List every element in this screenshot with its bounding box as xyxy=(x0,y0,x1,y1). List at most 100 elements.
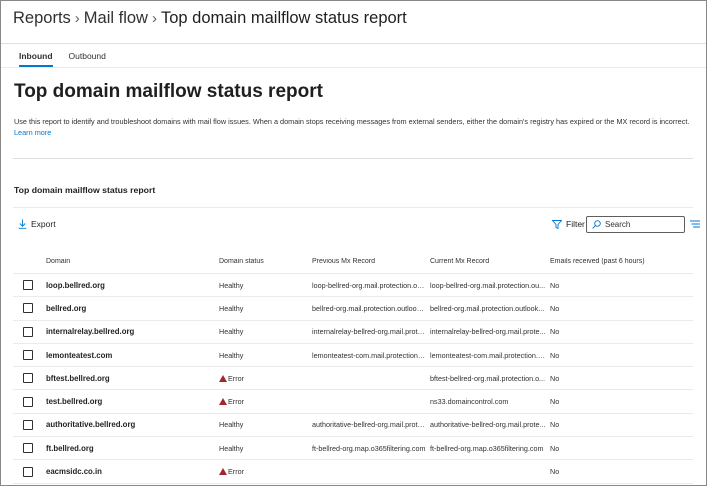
row-select xyxy=(13,373,46,384)
current-mx-record: lemonteatest-com.mail.protection.o... xyxy=(430,350,548,360)
breadcrumb: Reports › Mail flow › Top domain mailflo… xyxy=(13,7,407,29)
domain-name[interactable]: internalrelay.bellred.org xyxy=(46,327,219,336)
current-mx-record: bellred-org.mail.protection.outlook... xyxy=(430,303,545,313)
row-checkbox[interactable] xyxy=(23,443,33,454)
breadcrumb-reports[interactable]: Reports xyxy=(13,9,71,28)
column-header-previous-mx[interactable]: Previous Mx Record xyxy=(312,258,430,265)
page-description: Use this report to identify and troubles… xyxy=(14,116,694,138)
breadcrumb-current: Top domain mailflow status report xyxy=(160,8,407,27)
row-select xyxy=(13,326,46,337)
search-input[interactable] xyxy=(605,220,683,229)
emails-received: No xyxy=(550,443,560,453)
table-row[interactable]: authoritative.bellred.org Healthy authorit… xyxy=(13,414,693,438)
status-text: Healthy xyxy=(219,420,244,430)
list-options-icon[interactable] xyxy=(690,220,700,228)
row-select xyxy=(13,280,46,291)
domain-name[interactable]: bellred.org xyxy=(46,304,219,313)
row-select xyxy=(13,443,46,454)
breadcrumb-mail-flow[interactable]: Mail flow xyxy=(84,9,148,28)
table-row[interactable]: internalrelay.bellred.org Healthy internal… xyxy=(13,321,693,344)
table-row[interactable]: loop.bellred.org Healthy loop-bellred-org.… xyxy=(13,274,693,298)
domain-name[interactable]: authoritative.bellred.org xyxy=(46,420,219,429)
filter-button[interactable]: Filter xyxy=(552,219,585,229)
emails-received: No xyxy=(550,303,560,313)
column-header-emails-received[interactable]: Emails received (past 6 hours) xyxy=(550,258,690,265)
toolbar-divider xyxy=(13,207,693,208)
tab-outbound[interactable]: Outbound xyxy=(69,51,106,67)
current-mx-record: ns33.domaincontrol.com xyxy=(430,397,509,407)
row-checkbox[interactable] xyxy=(23,419,33,430)
learn-more-link[interactable]: Learn more xyxy=(14,128,51,137)
filter-icon xyxy=(552,219,562,229)
domain-status: Healthy xyxy=(219,281,312,290)
emails-received: No xyxy=(550,373,560,383)
current-mx-record: ft-bellred-org.map.o365filtering.com xyxy=(430,443,544,453)
status-text: Error xyxy=(228,397,244,407)
export-button[interactable]: Export xyxy=(18,219,56,229)
header-divider xyxy=(1,43,706,44)
tab-bar: Inbound Outbound xyxy=(19,51,122,67)
previous-mx-record: authoritative-bellred-org.mail.prote... xyxy=(312,420,428,430)
description-text: Use this report to identify and troubles… xyxy=(14,117,690,126)
row-checkbox[interactable] xyxy=(23,350,33,361)
row-checkbox[interactable] xyxy=(23,396,33,407)
warning-icon xyxy=(219,374,227,382)
previous-mx-record: ft-bellred-org.map.o365filtering.com xyxy=(312,443,426,453)
domain-name[interactable]: bftest.bellred.org xyxy=(46,374,219,383)
current-mx-record: internalrelay-bellred-org.mail.prote... xyxy=(430,327,546,337)
table-row[interactable]: lemonteatest.com Healthy lemonteatest-com.… xyxy=(13,344,693,368)
status-text: Error xyxy=(228,373,244,383)
domain-name[interactable]: eacmsidc.co.in xyxy=(46,467,219,476)
table-row[interactable]: bftest.bellred.org Error bftest-bellred-or… xyxy=(13,367,693,391)
status-text: Error xyxy=(228,467,244,477)
row-select xyxy=(13,466,46,477)
emails-received: No xyxy=(550,280,560,290)
current-mx-record: authoritative-bellred-org.mail.prote... xyxy=(430,420,546,430)
column-header-domain-status[interactable]: Domain status xyxy=(219,258,312,265)
domain-name[interactable]: ft.bellred.org xyxy=(46,444,219,453)
status-text: Healthy xyxy=(219,443,244,453)
search-icon xyxy=(592,220,601,229)
status-text: Healthy xyxy=(219,280,244,290)
section-divider xyxy=(13,158,693,159)
previous-mx-record: lemonteatest-com.mail.protection.o... xyxy=(312,350,430,360)
row-checkbox[interactable] xyxy=(23,303,33,314)
search-box xyxy=(586,216,685,233)
domain-name[interactable]: loop.bellred.org xyxy=(46,281,219,290)
export-label: Export xyxy=(31,219,56,229)
row-select xyxy=(13,303,46,314)
previous-mx-record: internalrelay-bellred-org.mail.prote... xyxy=(312,327,428,337)
previous-mx-record: loop-bellred-org.mail.protection.ou... xyxy=(312,280,428,290)
filter-label: Filter xyxy=(566,219,585,229)
row-checkbox[interactable] xyxy=(23,326,33,337)
emails-received: No xyxy=(550,397,560,407)
emails-received: No xyxy=(550,327,560,337)
download-icon xyxy=(18,219,27,229)
table-row[interactable]: eacmsidc.co.in Error No xyxy=(13,460,693,484)
column-header-domain[interactable]: Domain xyxy=(46,258,219,265)
row-checkbox[interactable] xyxy=(23,280,33,291)
domain-name[interactable]: lemonteatest.com xyxy=(46,351,219,360)
previous-mx-record: bellred-org.mail.protection.outlook... xyxy=(312,303,427,313)
current-mx-record: loop-bellred-org.mail.protection.ou... xyxy=(430,280,546,290)
warning-icon xyxy=(219,468,227,476)
app-frame: Reports › Mail flow › Top domain mailflo… xyxy=(0,0,707,486)
column-header-current-mx[interactable]: Current Mx Record xyxy=(430,258,550,265)
page-title: Top domain mailflow status report xyxy=(14,81,323,102)
row-checkbox[interactable] xyxy=(23,466,33,477)
domain-status: Healthy xyxy=(219,327,312,336)
domain-status: Healthy xyxy=(219,444,312,453)
row-checkbox[interactable] xyxy=(23,373,33,384)
table-row[interactable]: test.bellred.org Error ns33.domaincontrol.… xyxy=(13,390,693,414)
emails-received: No xyxy=(550,420,560,430)
row-select xyxy=(13,350,46,361)
tab-inbound[interactable]: Inbound xyxy=(19,51,53,67)
table-body: loop.bellred.org Healthy loop-bellred-org.… xyxy=(13,274,693,484)
domain-name[interactable]: test.bellred.org xyxy=(46,397,219,406)
warning-icon xyxy=(219,398,227,406)
table-header: Domain Domain status Previous Mx Record … xyxy=(13,250,693,274)
status-text: Healthy xyxy=(219,327,244,337)
table-row[interactable]: bellred.org Healthy bellred-org.mail.prote… xyxy=(13,297,693,321)
table-row[interactable]: ft.bellred.org Healthy ft-bellred-org.map.… xyxy=(13,437,693,461)
domain-status: Error xyxy=(219,467,312,476)
